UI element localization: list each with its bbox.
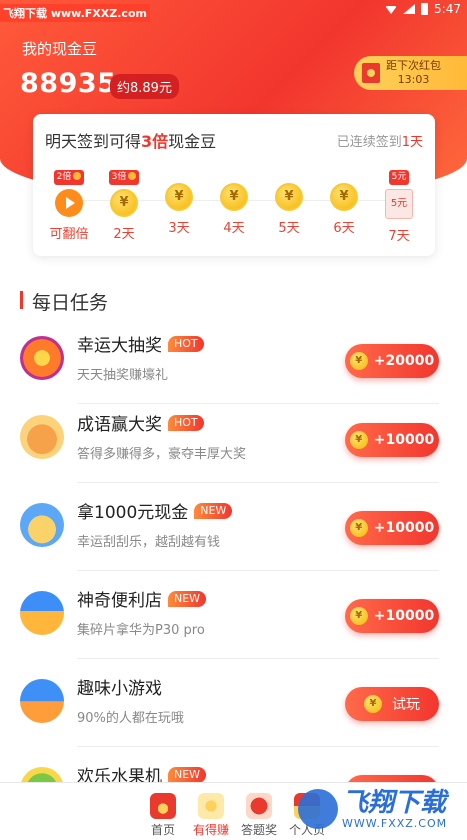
task-desc: 集碎片拿华为P30 pro [77, 623, 205, 638]
coin-icon: ¥ [349, 607, 368, 625]
coin-icon [128, 172, 137, 180]
try-button[interactable]: ¥ 试玩 [345, 687, 439, 721]
watermark-main: 飞翔下载 [342, 787, 447, 818]
signal-icon [403, 4, 416, 14]
coin-icon: ¥ [110, 189, 138, 217]
task-name: 拿1000元现金 [77, 503, 189, 523]
task-desc: 90%的人都在玩哦 [77, 711, 184, 726]
task-row[interactable]: 成语赢大奖 HOT 答得多赚得多，豪夺丰厚大奖 ¥ +10000 [0, 395, 467, 483]
multiplier-tag: 2倍 [53, 170, 85, 185]
sign-day-label: 3天 [168, 221, 190, 236]
game-icon [20, 679, 64, 723]
red-packet-icon [362, 63, 380, 83]
shop-icon [20, 591, 64, 635]
redpack-countdown: 13:03 [397, 73, 430, 86]
reward-button[interactable]: ¥ +10000 [345, 599, 439, 633]
sign-day-label: 7天 [388, 229, 410, 244]
sign-day-label: 可翻倍 [49, 227, 89, 242]
reward-tag: 5元 [388, 170, 410, 185]
idiom-icon [20, 415, 64, 459]
new-badge: NEW [168, 766, 207, 783]
sign-day-5[interactable]: ¥ 5天 [259, 164, 319, 236]
new-badge: NEW [168, 590, 207, 607]
task-row[interactable]: 幸运大抽奖 HOT 天天抽奖赚壕礼 ¥ +20000 [0, 316, 467, 404]
task-row[interactable]: 神奇便利店 NEW 集碎片拿华为P30 pro ¥ +10000 [0, 571, 467, 659]
coin-icon: ¥ [330, 183, 358, 211]
coin-icon: ¥ [165, 183, 193, 211]
earn-icon [198, 793, 224, 819]
cash-card-icon [20, 503, 64, 547]
coin-icon: ¥ [364, 695, 382, 713]
sign-day-label: 4天 [223, 221, 245, 236]
balance-yuan-badge: 约8.89元 [110, 74, 179, 99]
watermark-logo-icon [298, 789, 338, 829]
battery-icon [421, 3, 429, 15]
task-desc: 答得多赚得多，豪夺丰厚大奖 [77, 447, 247, 462]
red-packet-icon: 5元 [385, 189, 413, 219]
multiplier-tag: 3倍 [108, 170, 140, 185]
coin-icon: ¥ [349, 519, 368, 537]
coin-icon: ¥ [220, 183, 248, 211]
tab-home[interactable]: 首页 [140, 783, 186, 840]
sign-day-2[interactable]: 3倍 ¥ 2天 [94, 164, 154, 242]
task-row[interactable]: 拿1000元现金 NEW 幸运刮刮乐，越刮越有钱 ¥ +10000 [0, 483, 467, 571]
quiz-icon [246, 793, 272, 819]
coin-icon [73, 172, 82, 180]
tab-label: 答题奖 [240, 823, 277, 837]
sign-day-3[interactable]: ¥ 3天 [149, 164, 209, 236]
sign-in-streak: 已连续签到1天 [336, 135, 423, 150]
task-name: 趣味小游戏 [77, 679, 162, 699]
watermark-bottom: 飞翔下载 WWW.FXXZ.COM [298, 780, 463, 838]
play-video-icon [55, 189, 83, 217]
sign-day-label: 5天 [278, 221, 300, 236]
coin-icon: ¥ [349, 431, 368, 449]
task-row[interactable]: 趣味小游戏 90%的人都在玩哦 ¥ 试玩 [0, 659, 467, 747]
status-time: 5:47 [434, 2, 461, 16]
watermark-url: WWW.FXXZ.COM [342, 816, 448, 830]
sign-day-label: 2天 [113, 227, 135, 242]
status-bar: 5:47 [385, 0, 461, 18]
new-badge: NEW [194, 502, 233, 519]
sign-day-6[interactable]: ¥ 6天 [314, 164, 374, 236]
reward-button[interactable]: ¥ +20000 [345, 344, 439, 378]
hot-badge: HOT [168, 335, 204, 352]
coin-icon: ¥ [349, 352, 368, 370]
task-desc: 天天抽奖赚壕礼 [77, 368, 169, 383]
sign-in-title: 明天签到可得3倍现金豆 [45, 132, 217, 151]
task-desc: 幸运刮刮乐，越刮越有钱 [77, 535, 221, 550]
daily-tasks-title: 每日任务 [20, 288, 108, 315]
watermark-top: 飞翔下载 www.FXXZ.com [0, 4, 150, 22]
wheel-icon [20, 336, 64, 380]
sign-day-4[interactable]: ¥ 4天 [204, 164, 264, 236]
redpack-label: 距下次红包 [386, 59, 441, 72]
sign-in-card: 明天签到可得3倍现金豆 已连续签到1天 2倍 可翻倍 3倍 ¥ 2天 ¥ 3天 … [33, 114, 435, 256]
coin-icon: ¥ [275, 183, 303, 211]
sign-day-7[interactable]: 5元 5元 7天 [369, 164, 429, 244]
task-name: 神奇便利店 [77, 591, 162, 611]
wifi-icon [385, 6, 398, 14]
tab-label: 首页 [150, 823, 175, 837]
next-redpack-button[interactable]: 距下次红包 13:03 [354, 56, 467, 90]
hot-badge: HOT [168, 414, 204, 431]
balance-label: 我的现金豆 [22, 40, 98, 58]
tab-label: 有得赚 [192, 823, 229, 837]
home-icon [150, 793, 176, 819]
reward-button[interactable]: ¥ +10000 [345, 511, 439, 545]
tab-quiz[interactable]: 答题奖 [236, 783, 282, 840]
sign-day-1[interactable]: 2倍 可翻倍 [39, 164, 99, 242]
reward-button[interactable]: ¥ +10000 [345, 423, 439, 457]
task-name: 幸运大抽奖 [77, 336, 162, 356]
task-name: 成语赢大奖 [77, 415, 162, 435]
balance-value: 88935 [20, 68, 117, 99]
tab-earn[interactable]: 有得赚 [188, 783, 234, 840]
sign-day-label: 6天 [333, 221, 355, 236]
